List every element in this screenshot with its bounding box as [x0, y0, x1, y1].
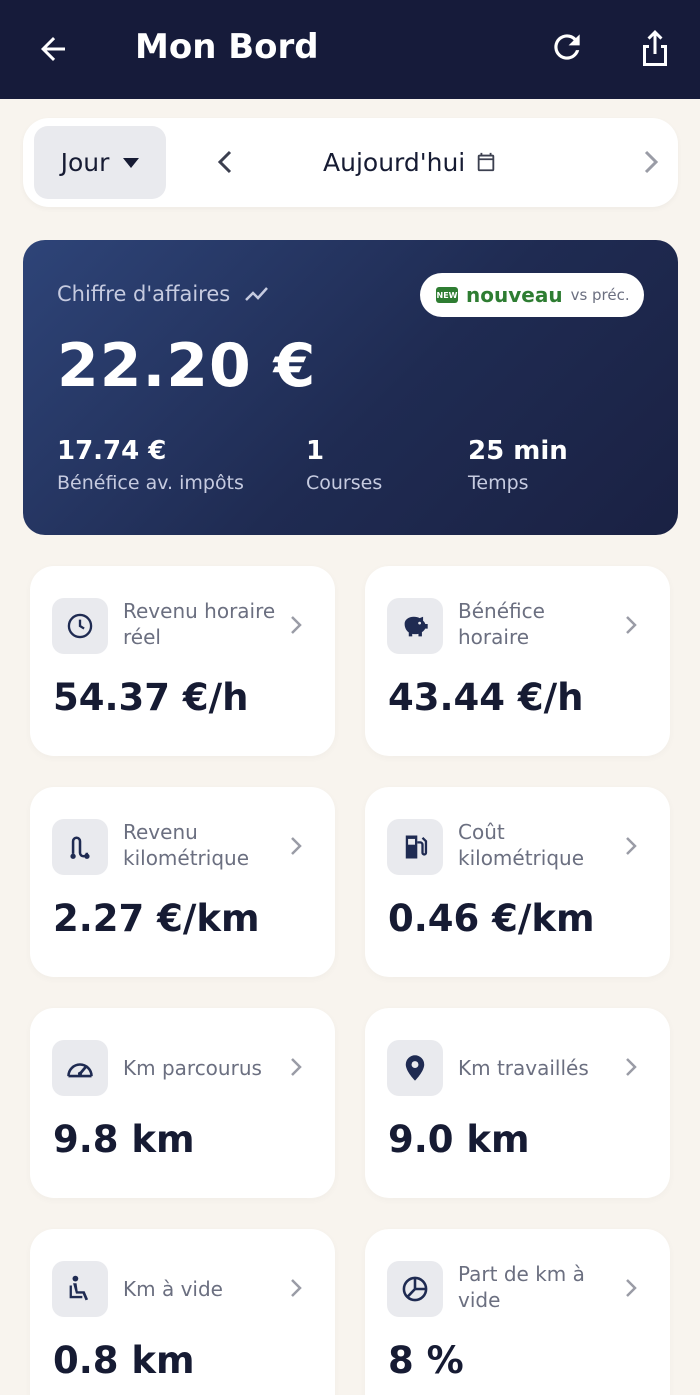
metric-card-km-travailles[interactable]: Km travaillés 9.0 km [365, 1008, 670, 1198]
metric-icon-box [387, 1261, 443, 1317]
route-icon [70, 836, 90, 859]
stat-value: 17.74 € [57, 436, 167, 466]
previous-date-button[interactable] [205, 140, 245, 184]
chevron-left-icon [217, 150, 232, 174]
date-selector: Jour Aujourd'hui [23, 118, 678, 207]
metric-card-km-parcourus[interactable]: Km parcourus 9.8 km [30, 1008, 335, 1198]
caret-down-icon [123, 157, 140, 168]
calendar-icon [478, 152, 495, 172]
trending-icon [245, 287, 269, 301]
chevron-right-icon [619, 831, 643, 861]
metric-title: Km parcourus [123, 1056, 262, 1080]
metric-value: 43.44 €/h [388, 676, 584, 719]
metric-title: Km à vide [123, 1277, 223, 1301]
stat-value: 25 min [468, 436, 568, 466]
metric-card-revenu-kilometrique[interactable]: Revenu kilométrique 2.27 €/km [30, 787, 335, 977]
seat-icon [69, 1275, 89, 1301]
badge-word: nouveau [466, 283, 563, 307]
metric-value: 0.8 km [53, 1339, 195, 1382]
revenue-label-row: Chiffre d'affaires [57, 282, 270, 306]
metric-value: 54.37 €/h [53, 676, 249, 719]
share-icon [643, 30, 667, 66]
metric-card-part-km-a-vide[interactable]: Part de km à vide 8 % [365, 1229, 670, 1395]
metric-card-revenu-horaire[interactable]: Revenu horaire réel 54.37 €/h [30, 566, 335, 756]
metric-title: Part de km à vide [458, 1262, 585, 1312]
stat-label: Temps [468, 472, 529, 494]
share-button[interactable] [632, 24, 678, 72]
metric-title: Km travaillés [458, 1056, 589, 1080]
revenue-label: Chiffre d'affaires [57, 282, 231, 306]
badge-suffix: vs préc. [570, 286, 630, 304]
chevron-right-icon [284, 1052, 308, 1082]
stat-profit: 17.74 € Bénéfice av. impôts [57, 434, 244, 494]
app-header: Mon Bord [0, 0, 700, 99]
period-dropdown[interactable]: Jour [34, 126, 166, 199]
fuel-pump-icon [405, 835, 428, 859]
metric-value: 9.0 km [388, 1118, 530, 1161]
date-label: Aujourd'hui [323, 147, 466, 177]
metric-icon-box [52, 598, 108, 654]
chevron-right-icon [619, 610, 643, 640]
metric-value: 0.46 €/km [388, 897, 595, 940]
arrow-left-icon [41, 37, 65, 61]
metric-title: Coût kilométrique [458, 820, 585, 870]
revenue-summary-card[interactable]: Chiffre d'affaires NEW nouveau vs préc. … [23, 240, 678, 535]
metric-title: Revenu horaire réel [123, 599, 276, 649]
metric-card-cout-kilometrique[interactable]: Coût kilométrique 0.46 €/km [365, 787, 670, 977]
metric-icon-box [52, 1040, 108, 1096]
period-label: Jour [60, 148, 110, 177]
metric-title: Revenu kilométrique [123, 820, 250, 870]
metric-icon-box [52, 1261, 108, 1317]
metric-title: Bénéfice horaire [458, 599, 545, 649]
date-picker[interactable]: Aujourd'hui [323, 140, 497, 184]
metric-icon-box [52, 819, 108, 875]
metric-card-benefice-horaire[interactable]: Bénéfice horaire 43.44 €/h [365, 566, 670, 756]
refresh-icon [554, 34, 580, 60]
stat-label: Bénéfice av. impôts [57, 472, 244, 494]
chevron-right-icon [619, 1052, 643, 1082]
speedometer-icon [67, 1063, 93, 1078]
stat-time: 25 min Temps [468, 434, 568, 494]
metric-value: 9.8 km [53, 1118, 195, 1161]
chevron-right-icon [619, 1273, 643, 1303]
new-tag-icon: NEW [436, 287, 458, 303]
stat-label: Courses [306, 472, 383, 494]
metric-card-km-a-vide[interactable]: Km à vide 0.8 km [30, 1229, 335, 1395]
metric-value: 2.27 €/km [53, 897, 260, 940]
next-date-button[interactable] [631, 140, 671, 184]
location-pin-icon [405, 1055, 425, 1081]
refresh-button[interactable] [544, 24, 590, 70]
chevron-right-icon [284, 610, 308, 640]
stat-rides: 1 Courses [306, 434, 382, 494]
metric-icon-box [387, 1040, 443, 1096]
comparison-badge: NEW nouveau vs préc. [420, 273, 644, 317]
metric-icon-box [387, 598, 443, 654]
metric-icon-box [387, 819, 443, 875]
pie-chart-icon [402, 1276, 428, 1302]
back-button[interactable] [30, 26, 76, 72]
chevron-right-icon [284, 1273, 308, 1303]
stat-value: 1 [306, 436, 325, 466]
revenue-amount: 22.20 € [57, 331, 317, 401]
page-title: Mon Bord [135, 27, 319, 67]
metric-value: 8 % [388, 1339, 464, 1382]
chevron-right-icon [284, 831, 308, 861]
chevron-right-icon [644, 150, 659, 174]
piggy-bank-icon [404, 616, 428, 637]
clock-icon [67, 613, 93, 639]
